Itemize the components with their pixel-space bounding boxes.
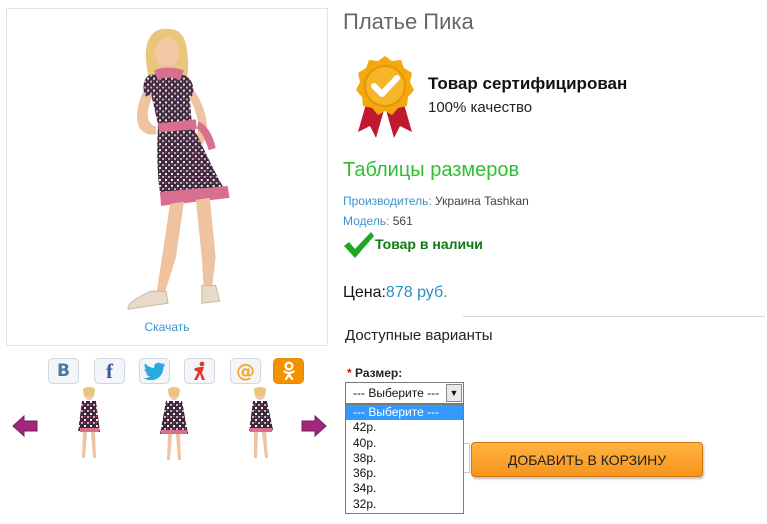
size-option[interactable]: 32р. <box>346 497 463 512</box>
certificate-subtitle: 100% качество <box>428 99 533 116</box>
size-table-link[interactable]: Таблицы размеров <box>343 159 519 182</box>
thumbnail-carousel <box>10 386 330 466</box>
product-main-image[interactable]: Скачать <box>6 8 328 346</box>
product-thumbnail[interactable] <box>69 386 109 464</box>
product-photo <box>127 28 230 310</box>
facebook-icon[interactable]: f <box>94 358 125 384</box>
model-label: Модель: <box>343 214 390 228</box>
product-thumbnail[interactable] <box>240 386 280 464</box>
price-label: Цена: <box>343 284 386 301</box>
product-title: Платье Пика <box>343 9 474 34</box>
facebook-glyph: f <box>106 358 113 383</box>
model-row: Модель: 561 <box>343 214 413 228</box>
variants-title: Доступные варианты <box>345 327 493 344</box>
size-option[interactable]: 40р. <box>346 436 463 451</box>
twitter-bird-icon <box>143 362 165 380</box>
download-image-link[interactable]: Скачать <box>7 320 327 334</box>
mailru-glyph: @ <box>236 359 255 382</box>
add-to-cart-button[interactable]: ДОБАВИТЬ В КОРЗИНУ <box>471 442 703 477</box>
prev-arrow-icon[interactable] <box>12 415 38 437</box>
certificate-title: Товар сертифицирован <box>428 74 628 93</box>
yaru-figure-icon <box>193 361 205 380</box>
vk-glyph: В <box>57 360 70 381</box>
manufacturer-row: Производитель: Украина Tashkan <box>343 194 529 208</box>
manufacturer-label[interactable]: Производитель: <box>343 194 432 208</box>
quantity-input[interactable] <box>464 443 470 473</box>
size-label: * Размер: <box>347 366 402 380</box>
size-select[interactable]: --- Выберите --- ▼ <box>345 382 464 404</box>
product-thumbnail[interactable] <box>152 386 196 464</box>
price: Цена:878 руб. <box>343 284 448 302</box>
twitter-icon[interactable] <box>139 358 170 384</box>
manufacturer-value: Украина Tashkan <box>431 194 529 208</box>
size-option[interactable]: 36р. <box>346 466 463 481</box>
size-dropdown-list: --- Выберите --- 42р. 40р. 38р. 36р. 34р… <box>345 404 464 514</box>
size-option[interactable]: 42р. <box>346 420 463 435</box>
vk-icon[interactable]: В <box>48 358 79 384</box>
size-option[interactable]: 38р. <box>346 451 463 466</box>
chevron-down-icon[interactable]: ▼ <box>446 384 462 402</box>
in-stock-check-icon <box>344 232 374 258</box>
yaru-icon[interactable] <box>184 358 215 384</box>
odnoklassniki-icon[interactable] <box>273 358 304 384</box>
divider <box>463 316 765 317</box>
size-option[interactable]: 34р. <box>346 481 463 496</box>
ok-figure-icon <box>282 361 295 381</box>
size-select-value: --- Выберите --- <box>353 386 440 400</box>
certified-badge-icon <box>356 56 414 138</box>
in-stock-label: Товар в наличи <box>375 236 483 252</box>
size-option[interactable]: --- Выберите --- <box>346 405 463 421</box>
model-value: 561 <box>389 214 413 228</box>
size-label-text: Размер: <box>351 366 403 380</box>
next-arrow-icon[interactable] <box>301 415 327 437</box>
mailru-icon[interactable]: @ <box>230 358 261 384</box>
price-amount: 878 руб. <box>385 284 448 301</box>
